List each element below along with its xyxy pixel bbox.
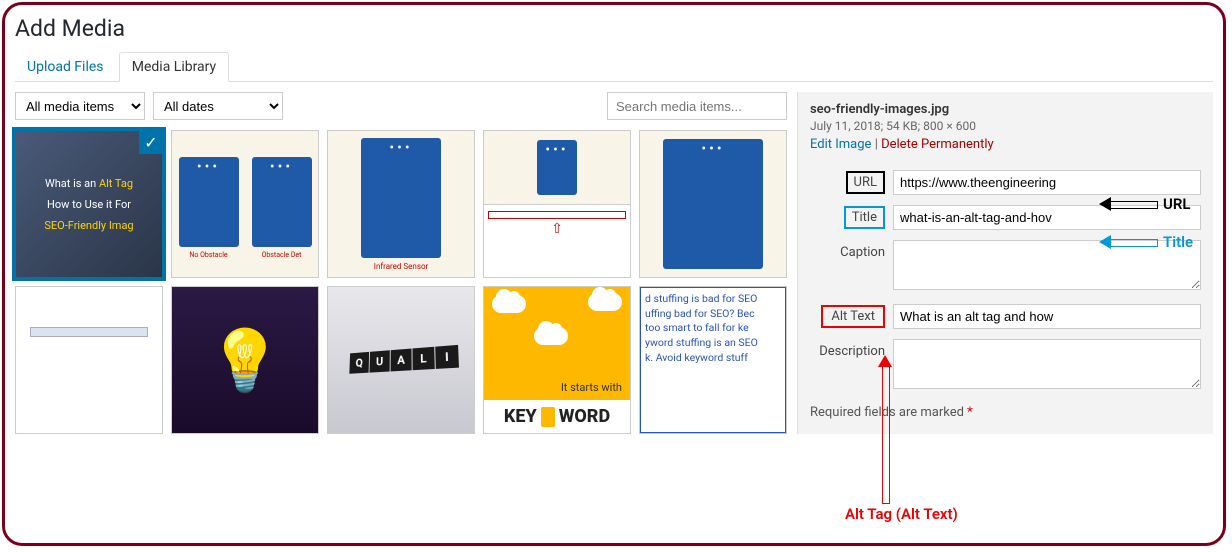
required-note: Required fields are marked * (810, 405, 1201, 420)
thumbnail-item[interactable]: ⇧ (483, 130, 631, 278)
edit-image-link[interactable]: Edit Image (810, 137, 871, 152)
filter-bar: All media items All dates (15, 92, 787, 120)
search-input[interactable] (607, 92, 787, 120)
media-browser: All media items All dates ✓ What is an A… (15, 92, 787, 434)
attachment-filename: seo-friendly-images.jpg (810, 102, 1201, 117)
label-alt-text: Alt Text (821, 305, 885, 328)
thumbnail-item[interactable]: Infrared Sensor (327, 130, 475, 278)
thumb-preview: d stuffing is bad for SEO uffing bad for… (640, 287, 786, 433)
thumbnail-grid: ✓ What is an Alt Tag How to Use it For S… (15, 130, 787, 434)
thumbnail-item[interactable]: Q U A L I (327, 286, 475, 434)
thumb-preview (640, 131, 786, 277)
thumbnail-item[interactable]: It starts with KEYWORD (483, 286, 631, 434)
thumbnail-item[interactable]: No Obstacle Obstacle Det (171, 130, 319, 278)
thumb-preview: Q U A L I (328, 287, 474, 433)
description-field[interactable] (893, 339, 1201, 389)
attachment-details: seo-friendly-images.jpg July 11, 2018; 5… (797, 92, 1213, 434)
annotation-url: URL (1099, 195, 1191, 213)
tab-upload-files[interactable]: Upload Files (15, 53, 116, 81)
thumbnail-item[interactable] (639, 130, 787, 278)
arrow-up-icon (878, 355, 892, 503)
thumbnail-item[interactable]: 💡 (171, 286, 319, 434)
label-caption: Caption (810, 240, 885, 260)
thumb-preview: It starts with KEYWORD (484, 287, 630, 433)
page-title: Add Media (15, 15, 1213, 42)
arrow-left-icon (1099, 235, 1157, 249)
wp-media-modal-frame: Add Media Upload Files Media Library All… (2, 2, 1226, 546)
thumbnail-item[interactable]: d stuffing is bad for SEO uffing bad for… (639, 286, 787, 434)
annotation-title: Title (1099, 233, 1193, 251)
attachment-meta: July 11, 2018; 54 KB; 800 × 600 (810, 119, 1201, 133)
thumb-preview (16, 287, 162, 433)
media-tabs: Upload Files Media Library (15, 52, 1213, 82)
thumb-preview: 💡 (172, 287, 318, 433)
thumbnail-item[interactable] (15, 286, 163, 434)
delete-permanently-link[interactable]: Delete Permanently (881, 137, 994, 152)
annotation-alt-text: Alt Tag (Alt Text) (845, 505, 958, 523)
filter-media-type[interactable]: All media items (15, 92, 145, 120)
label-description: Description (810, 339, 885, 359)
label-url: URL (846, 171, 885, 194)
selected-check-icon: ✓ (139, 130, 163, 154)
thumbnail-item[interactable]: ✓ What is an Alt Tag How to Use it For S… (15, 130, 163, 278)
thumb-preview: ⇧ (484, 131, 630, 277)
thumb-preview: Infrared Sensor (328, 131, 474, 277)
arrow-left-icon (1099, 197, 1157, 211)
filter-dates[interactable]: All dates (153, 92, 283, 120)
url-field[interactable] (893, 170, 1201, 195)
tab-media-library[interactable]: Media Library (119, 52, 229, 82)
thumb-preview: No Obstacle Obstacle Det (172, 131, 318, 277)
alt-text-field[interactable] (893, 304, 1201, 329)
label-title: Title (844, 206, 885, 229)
